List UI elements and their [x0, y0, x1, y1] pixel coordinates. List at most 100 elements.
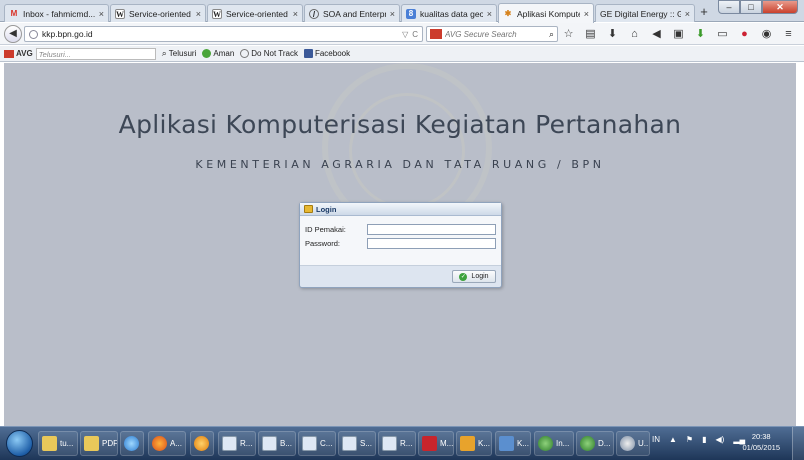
close-icon[interactable]: × [99, 9, 104, 19]
tab-ge-digital-energy[interactable]: GE Digital Energy :: Ge... × [595, 4, 695, 22]
word-icon [382, 436, 397, 451]
addon-icon[interactable]: ▣ [672, 27, 685, 41]
login-button[interactable]: ✓ Login [452, 270, 496, 283]
reload-icon[interactable]: C [412, 30, 418, 39]
toolbar-do-not-track-label: Do Not Track [251, 49, 298, 58]
tab-service-oriented-2[interactable]: W Service-oriented ar... × [207, 4, 303, 22]
taskbar-word-1[interactable]: R... [218, 431, 256, 456]
tab-kualitas-data[interactable]: 8 kualitas data geok... × [401, 4, 497, 22]
toolbar-telusuri-label: Telusuri [168, 49, 197, 58]
taskbar-mendeley[interactable]: M... [418, 431, 454, 456]
battery-icon[interactable]: ▮ [702, 435, 706, 444]
avg-brand[interactable]: AVG [4, 49, 33, 58]
word-icon [342, 436, 357, 451]
back-button[interactable]: ◀ [4, 25, 22, 43]
close-window-button[interactable]: ✕ [762, 0, 798, 14]
search-box[interactable]: ⌕ [426, 26, 558, 42]
tab-label: SOA and Enterpris... [323, 8, 386, 19]
show-desktop-button[interactable] [792, 427, 804, 460]
id-pemakai-input[interactable] [367, 224, 496, 235]
taskbar-label: B... [280, 439, 293, 448]
dropdown-arrow-icon[interactable]: ▽ [402, 30, 408, 39]
minimize-button[interactable]: – [718, 0, 740, 14]
menu-icon[interactable]: ≡ [782, 27, 795, 41]
facebook-icon [303, 49, 313, 58]
taskbar-word-5[interactable]: R... [378, 431, 416, 456]
taskbar-network-2[interactable]: D... [576, 431, 614, 456]
do-not-track-icon [240, 49, 250, 58]
taskbar-firefox[interactable]: A... [148, 431, 186, 456]
orange-app-icon [194, 436, 209, 451]
taskbar-word-3[interactable]: C... [298, 431, 336, 456]
toolbar-aman-label: Aman [213, 49, 235, 58]
wikipedia-icon: W [212, 8, 222, 19]
flag-icon[interactable]: ⚑ [686, 435, 693, 444]
word-icon [222, 436, 237, 451]
window-icon[interactable]: ▭ [716, 27, 729, 41]
close-icon[interactable]: × [685, 9, 690, 19]
taskbar-word-2[interactable]: B... [258, 431, 296, 456]
page-content: Aplikasi Komputerisasi Kegiatan Pertanah… [4, 63, 796, 426]
folder-icon [84, 436, 99, 451]
bpn-icon: ✱ [504, 8, 512, 18]
window-controls: – □ ✕ [718, 0, 798, 14]
avg-logo-icon [4, 49, 14, 58]
window-icon [499, 436, 514, 451]
chevron-up-icon[interactable]: ▲ [669, 435, 677, 444]
taskbar-folder-pdf[interactable]: PDF [80, 431, 118, 456]
tab-aplikasi-komputerisasi[interactable]: ✱ Aplikasi Komputeri... × [498, 3, 594, 23]
new-tab-button[interactable]: + [697, 4, 711, 20]
taskbar-network-1[interactable]: In... [534, 431, 574, 456]
toolbar-facebook[interactable]: Facebook [303, 49, 350, 58]
clock-date: 01/05/2015 [742, 443, 780, 452]
language-indicator[interactable]: IN [652, 435, 660, 444]
close-icon[interactable]: × [584, 9, 589, 19]
search-icon[interactable]: ⌕ [549, 29, 554, 40]
close-icon[interactable]: × [196, 9, 201, 19]
avg-toolbar: AVG Telusuri... ⌕ Telusuri Aman Do Not T… [0, 46, 804, 62]
tab-label: Service-oriented ar... [226, 8, 289, 19]
taskbar-pdf[interactable]: K... [456, 431, 492, 456]
download-icon[interactable]: ⬇ [606, 27, 619, 41]
clock-time: 20:38 [751, 432, 771, 441]
taskbar-disc[interactable]: U... [616, 431, 650, 456]
url-text[interactable]: kkp.bpn.go.id [42, 29, 398, 39]
start-button[interactable] [6, 430, 33, 457]
green-download-icon[interactable]: ⬇ [694, 27, 707, 41]
taskbar-label: PDF [102, 439, 118, 448]
taskbar-orange-app[interactable] [190, 431, 214, 456]
tab-soa-enterprise[interactable]: / SOA and Enterpris... × [304, 4, 400, 22]
volume-icon[interactable]: ◀) [716, 435, 725, 444]
close-icon[interactable]: × [293, 9, 298, 19]
send-icon[interactable]: ◀ [650, 27, 663, 41]
chat-icon[interactable]: ◉ [760, 27, 773, 41]
home-icon[interactable]: ⌂ [628, 27, 641, 41]
gmail-icon: M [10, 8, 18, 18]
toolbar-do-not-track[interactable]: Do Not Track [240, 49, 298, 58]
reading-list-icon[interactable]: ▤ [584, 27, 597, 41]
toolbar-search-input[interactable]: Telusuri... [35, 47, 156, 60]
search-input[interactable] [445, 29, 549, 39]
taskbar-ie[interactable] [120, 431, 144, 456]
login-panel: Login ID Pemakai: Password: ✓ Login [299, 202, 502, 288]
close-icon[interactable]: × [390, 9, 395, 19]
login-header-label: Login [316, 204, 337, 214]
id-row: ID Pemakai: [305, 224, 496, 235]
toolbar-aman[interactable]: Aman [202, 49, 234, 58]
taskbar-word-4[interactable]: S... [338, 431, 376, 456]
taskbar-label: tu... [60, 439, 74, 448]
toolbar-telusuri[interactable]: ⌕ Telusuri [162, 48, 197, 59]
address-bar[interactable]: kkp.bpn.go.id ▽ C [24, 26, 423, 42]
tab-service-oriented-1[interactable]: W Service-oriented ar... × [110, 4, 206, 22]
abp-icon[interactable]: ● [738, 27, 751, 41]
password-label: Password: [305, 239, 341, 248]
clock[interactable]: 20:38 01/05/2015 [742, 431, 780, 453]
tab-inbox[interactable]: M Inbox - fahmicmd... × [4, 4, 109, 22]
maximize-button[interactable]: □ [740, 0, 762, 14]
tab-label: GE Digital Energy :: Ge... [600, 8, 681, 19]
taskbar-window[interactable]: K... [495, 431, 531, 456]
password-input[interactable] [367, 238, 496, 249]
bookmark-star-icon[interactable]: ☆ [562, 27, 575, 41]
close-icon[interactable]: × [487, 9, 492, 19]
taskbar-folder-1[interactable]: tu... [38, 431, 78, 456]
